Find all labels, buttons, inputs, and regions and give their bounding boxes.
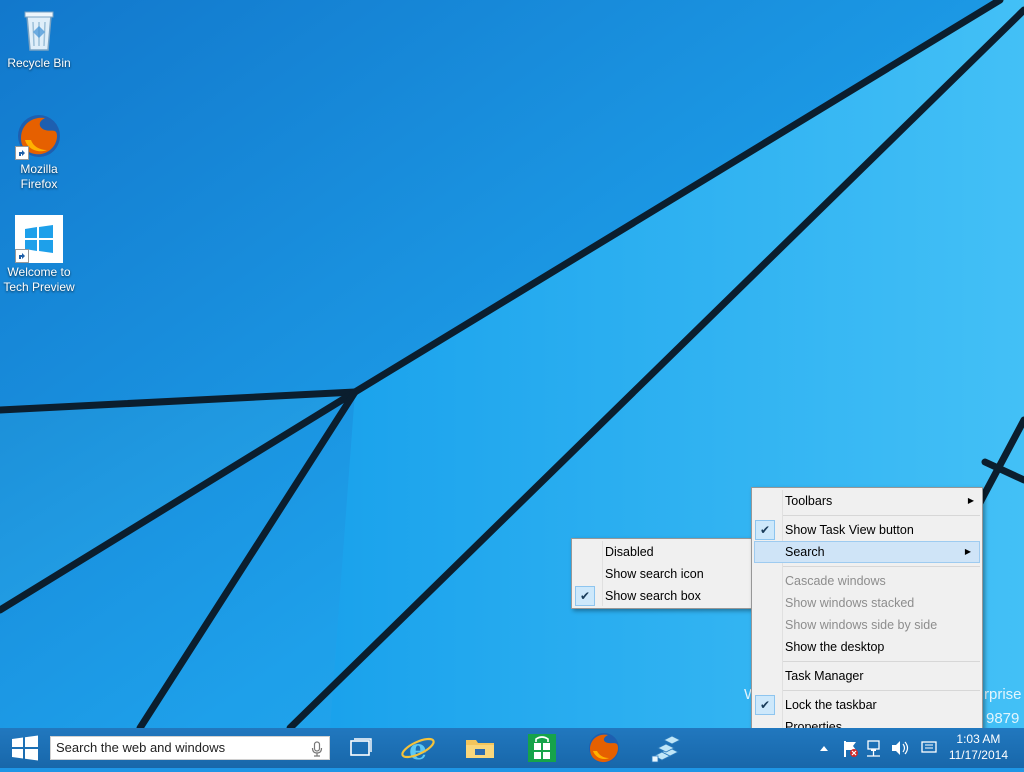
desktop-icon-label: Welcome to Tech Preview [3,265,75,294]
firefox-icon [589,733,619,763]
menu-item-label: Show windows stacked [785,596,915,610]
svg-text:e: e [409,733,427,766]
menu-item-lock-taskbar[interactable]: ✔ Lock the taskbar [752,694,982,716]
taskbar[interactable]: Search the web and windows e 1:03 AM 11/… [0,728,1024,768]
file-explorer-button[interactable] [454,728,506,768]
menu-item-show-search-box[interactable]: ✔ Show search box [572,585,751,607]
clock-time: 1:03 AM [956,732,1001,746]
store-button[interactable] [516,728,568,768]
firefox-button[interactable] [578,728,630,768]
watermark-text: 9879 [986,710,1020,727]
settings-app-icon [651,735,681,763]
action-center-flag-icon[interactable] [844,741,858,757]
settings-app-button[interactable] [640,728,692,768]
menu-item-label: Show search icon [605,567,704,581]
menu-separator [782,515,980,516]
search-placeholder: Search the web and windows [56,740,226,755]
task-view-icon [350,738,372,756]
menu-item-cascade-windows: Cascade windows [752,570,982,592]
menu-item-show-desktop[interactable]: Show the desktop [752,636,982,658]
menu-separator [782,690,980,691]
menu-item-show-task-view[interactable]: ✔ Show Task View button [752,519,982,541]
menu-item-label: Toolbars [785,494,833,508]
file-explorer-icon [466,740,494,758]
windows-logo-icon [15,215,63,263]
windows-logo-icon [12,735,38,761]
menu-separator [782,661,980,662]
desktop-icon-label: Recycle Bin [7,56,71,70]
desktop-icon-welcome[interactable]: Welcome to Tech Preview [0,215,78,295]
menu-item-label: Search [785,545,825,559]
menu-item-search[interactable]: Search ▶ [754,541,980,563]
menu-item-task-manager[interactable]: Task Manager [752,665,982,687]
submenu-arrow-icon: ▶ [964,547,971,556]
menu-item-disabled[interactable]: Disabled [572,541,751,563]
menu-item-label: Show search box [605,589,701,603]
taskbar-clock[interactable]: 1:03 AM 11/17/2014 [949,731,1008,763]
store-icon [528,734,556,762]
menu-item-windows-side-by-side: Show windows side by side [752,614,982,636]
search-submenu: Disabled Show search icon ✔ Show search … [571,538,752,609]
checkmark-icon: ✔ [575,586,595,606]
watermark-text: rprise [984,686,1022,703]
shortcut-arrow-icon [15,249,29,263]
system-tray [812,728,942,768]
desktop-icon-firefox[interactable]: Mozilla Firefox [0,112,78,192]
menu-item-toolbars[interactable]: Toolbars ▶ [752,490,982,512]
desktop-icon-label: Mozilla Firefox [20,162,58,191]
search-input[interactable]: Search the web and windows [50,736,330,760]
menu-item-label: Show the desktop [785,640,885,654]
clock-date: 11/17/2014 [948,748,1008,762]
tray-icons [820,740,937,757]
internet-explorer-icon: e [401,733,435,766]
menu-item-label: Disabled [605,545,654,559]
menu-item-windows-stacked: Show windows stacked [752,592,982,614]
submenu-arrow-icon: ▶ [967,496,974,505]
menu-item-label: Show windows side by side [785,618,938,632]
menu-item-label: Task Manager [785,669,864,683]
menu-item-label: Lock the taskbar [785,698,877,712]
start-button[interactable] [0,728,50,768]
menu-separator [782,566,980,567]
network-icon[interactable] [867,740,880,757]
notification-icon[interactable] [921,741,937,753]
show-hidden-icons-icon[interactable] [820,746,828,751]
menu-item-show-search-icon[interactable]: Show search icon [572,563,751,585]
checkmark-icon: ✔ [755,520,775,540]
volume-icon[interactable] [892,741,909,755]
microphone-icon[interactable] [311,741,323,757]
firefox-icon [15,112,63,160]
menu-item-label: Cascade windows [785,574,886,588]
checkmark-icon: ✔ [755,695,775,715]
menu-item-label: Show Task View button [785,523,914,537]
shortcut-arrow-icon [15,146,29,160]
internet-explorer-button[interactable]: e [392,728,444,768]
taskbar-context-menu: Toolbars ▶ ✔ Show Task View button Searc… [751,487,983,740]
task-view-button[interactable] [334,728,386,768]
desktop-icon-recycle-bin[interactable]: Recycle Bin [0,6,78,71]
recycle-bin-icon [15,6,63,54]
